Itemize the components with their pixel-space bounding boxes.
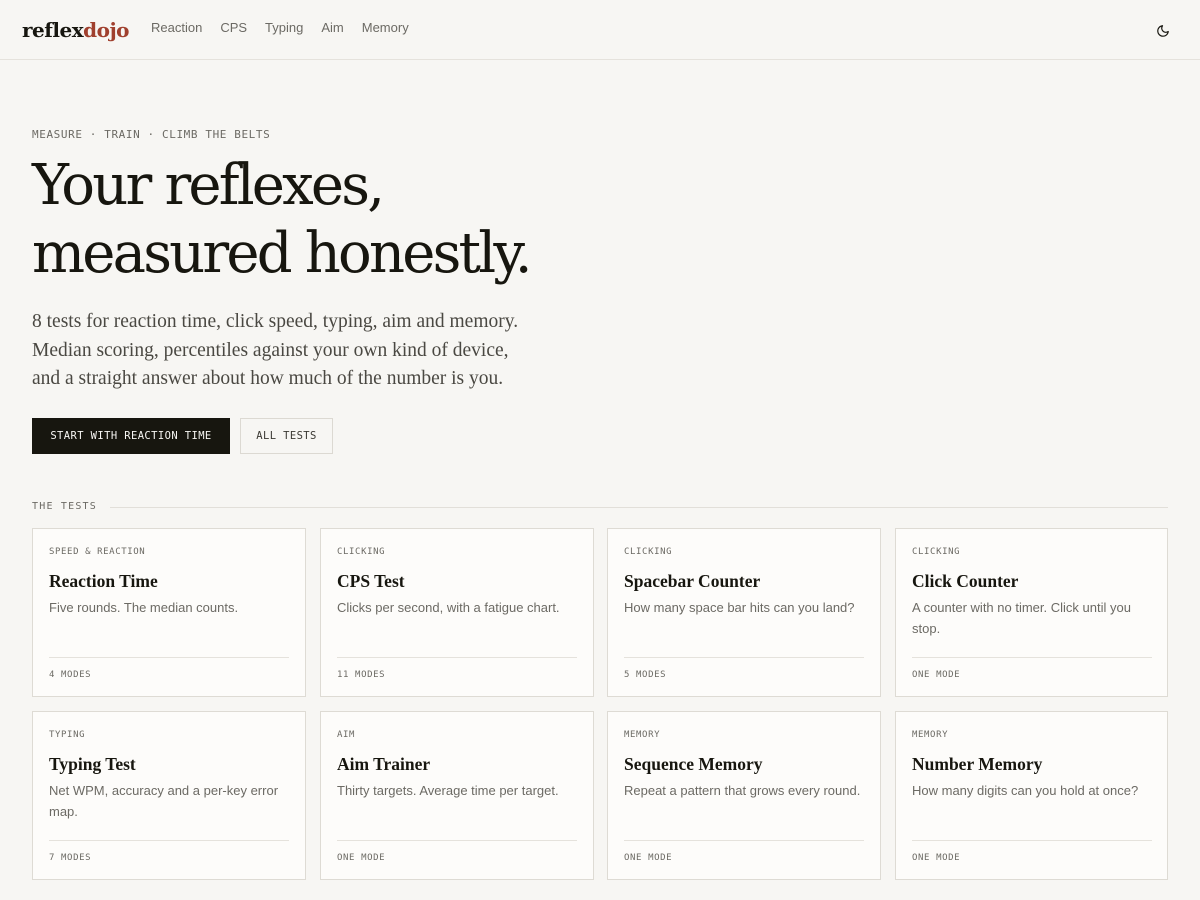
test-card-spacebar-counter[interactable]: CLICKING Spacebar Counter How many space…: [607, 528, 881, 697]
card-divider: [337, 657, 577, 658]
test-card-typing-test[interactable]: TYPING Typing Test Net WPM, accuracy and…: [32, 711, 306, 880]
card-title: Typing Test: [49, 754, 136, 774]
card-title: Aim Trainer: [337, 754, 431, 774]
brand-logo[interactable]: reflexdojo: [22, 16, 130, 44]
hero-subtitle-line-2: Median scoring, percentiles against your…: [32, 339, 509, 361]
test-card-reaction-time[interactable]: SPEED & REACTION Reaction Time Five roun…: [32, 528, 306, 697]
hero-subtitle: 8 tests for reaction time, click speed, …: [32, 308, 632, 394]
card-description: Repeat a pattern that grows every round.: [624, 783, 861, 798]
test-card-sequence-memory[interactable]: MEMORY Sequence Memory Repeat a pattern …: [607, 711, 881, 880]
card-description: How many space bar hits can you land?: [624, 600, 855, 615]
card-category: AIM: [337, 730, 356, 740]
card-category: CLICKING: [337, 547, 386, 557]
card-description: Clicks per second, with a fatigue chart.: [337, 600, 560, 615]
card-title: Spacebar Counter: [624, 571, 761, 591]
hero-title-line-2: measured honestly.: [32, 221, 533, 286]
test-card-aim-trainer[interactable]: AIM Aim Trainer Thirty targets. Average …: [320, 711, 594, 880]
card-divider: [49, 657, 289, 658]
test-card-number-memory[interactable]: MEMORY Number Memory How many digits can…: [895, 711, 1168, 880]
card-description: A counter with no timer. Click until you…: [912, 600, 1131, 636]
card-modes: ONE MODE: [912, 670, 961, 680]
hero-title: Your reflexes, measured honestly.: [32, 152, 732, 288]
brand-logo-part1: reflex: [22, 18, 84, 42]
start-reaction-time-button[interactable]: START WITH REACTION TIME: [32, 418, 230, 454]
nav-item-typing[interactable]: Typing: [265, 19, 303, 37]
card-title: Reaction Time: [49, 571, 158, 591]
theme-toggle-button[interactable]: [1152, 20, 1174, 42]
card-category: MEMORY: [912, 730, 949, 740]
card-modes: 4 MODES: [49, 670, 92, 680]
card-title: CPS Test: [337, 571, 405, 591]
test-card-cps-test[interactable]: CLICKING CPS Test Clicks per second, wit…: [320, 528, 594, 697]
card-divider: [624, 840, 864, 841]
card-category: SPEED & REACTION: [49, 547, 146, 557]
card-description: Thirty targets. Average time per target.: [337, 783, 559, 798]
hero-title-line-1: Your reflexes,: [32, 153, 385, 218]
card-modes: ONE MODE: [912, 853, 961, 863]
hero-subtitle-line-3: and a straight answer about how much of …: [32, 368, 504, 389]
nav-item-reaction[interactable]: Reaction: [151, 19, 202, 37]
card-category: CLICKING: [912, 547, 961, 557]
card-description: Net WPM, accuracy and a per-key error ma…: [49, 783, 279, 819]
card-description: How many digits can you hold at once?: [912, 783, 1139, 798]
card-divider: [337, 840, 577, 841]
card-divider: [624, 657, 864, 658]
card-modes: ONE MODE: [337, 853, 386, 863]
card-modes: 5 MODES: [624, 670, 667, 680]
card-modes: 7 MODES: [49, 853, 92, 863]
section-divider: [110, 507, 1168, 508]
card-description: Five rounds. The median counts.: [49, 600, 239, 615]
card-title: Sequence Memory: [624, 754, 763, 774]
top-bar: reflexdojo Reaction CPS Typing Aim Memor…: [0, 0, 1200, 60]
card-category: TYPING: [49, 730, 86, 740]
section-label: THE TESTS: [32, 501, 97, 512]
moon-icon: [1157, 25, 1169, 37]
card-modes: 11 MODES: [337, 670, 386, 680]
card-category: MEMORY: [624, 730, 661, 740]
card-divider: [49, 840, 289, 841]
test-card-click-counter[interactable]: CLICKING Click Counter A counter with no…: [895, 528, 1168, 697]
nav-item-aim[interactable]: Aim: [321, 19, 343, 37]
card-title: Number Memory: [912, 754, 1043, 774]
brand-logo-part2: dojo: [83, 18, 130, 42]
card-divider: [912, 657, 1152, 658]
card-modes: ONE MODE: [624, 853, 673, 863]
nav-item-cps[interactable]: CPS: [220, 19, 247, 37]
nav-item-memory[interactable]: Memory: [362, 19, 409, 37]
main-nav: Reaction CPS Typing Aim Memory: [151, 19, 409, 37]
hero-eyebrow: MEASURE · TRAIN · CLIMB THE BELTS: [32, 128, 271, 141]
hero-subtitle-line-1: 8 tests for reaction time, click speed, …: [32, 311, 519, 332]
card-title: Click Counter: [912, 571, 1019, 591]
card-divider: [912, 840, 1152, 841]
card-category: CLICKING: [624, 547, 673, 557]
all-tests-button[interactable]: ALL TESTS: [240, 418, 333, 454]
